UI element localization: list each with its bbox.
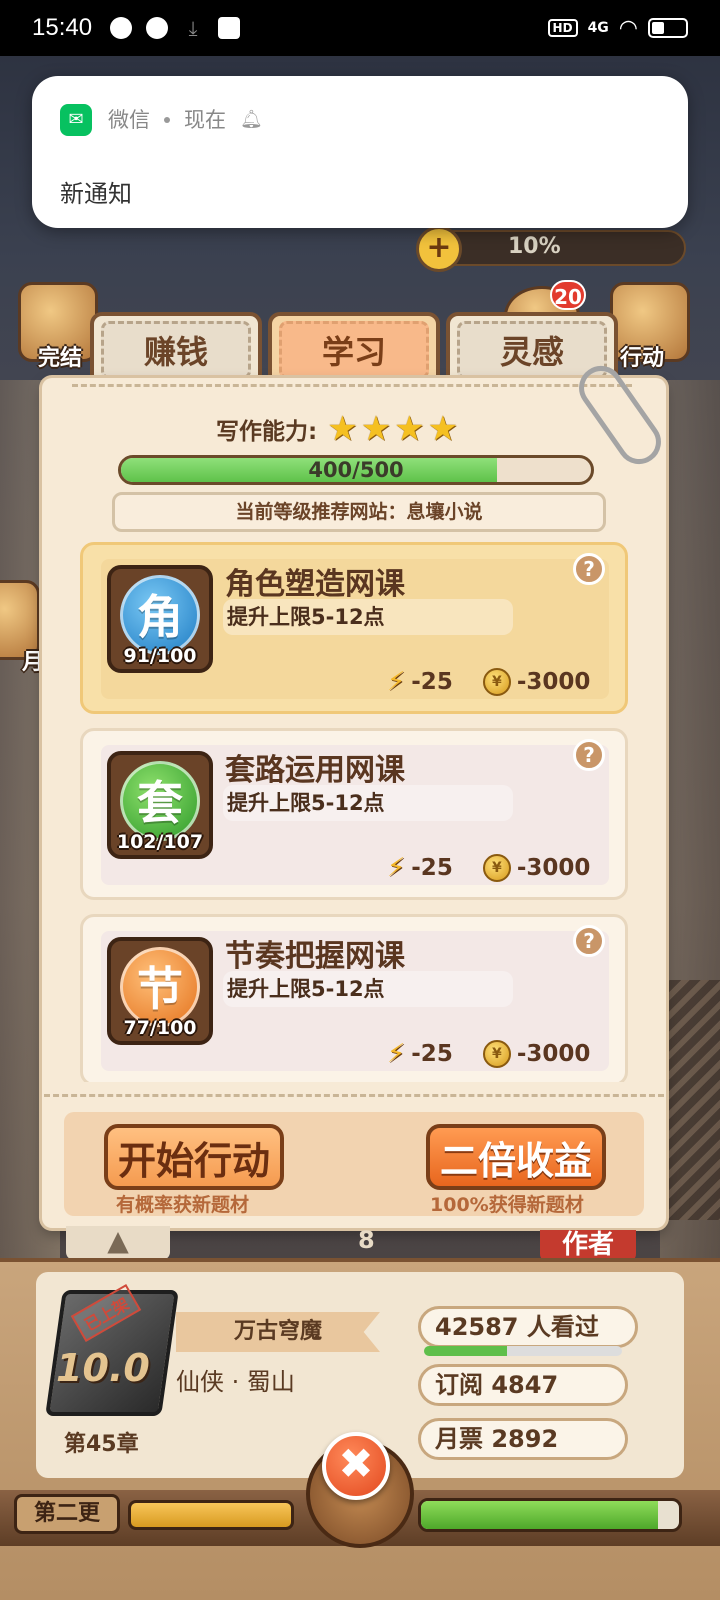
- course-card-rhythm[interactable]: 节 77/100 节奏把握网课 提升上限5-12点 ? ⚡ -25 ¥ -300…: [80, 914, 628, 1082]
- character-course-icon: 角: [120, 575, 200, 655]
- green-progress-fill: [421, 1501, 659, 1529]
- routine-course-icon: 套: [120, 761, 200, 841]
- energy-cost: -25: [411, 669, 453, 695]
- panel-divider: [72, 384, 632, 387]
- tab-earn-money-label: 赚钱: [101, 321, 251, 379]
- book-genre: 仙侠 · 蜀山: [176, 1368, 295, 1396]
- monthly-ticket-pill: 月票 2892: [418, 1418, 628, 1460]
- energy-bar: 10%: [436, 230, 686, 266]
- star-icon: ★: [360, 409, 392, 449]
- second-update-button[interactable]: 第二更: [14, 1494, 120, 1534]
- subscribe-pill: 订阅 4847: [418, 1364, 628, 1406]
- notification-app-name: 微信: [108, 108, 150, 132]
- green-progress-bar: [418, 1498, 682, 1532]
- footer-divider: [44, 1094, 664, 1097]
- writing-ability-row: 写作能力: ★ ★ ★ ★: [216, 412, 458, 446]
- star-icon: ★: [327, 409, 358, 449]
- coin-cost: -3000: [516, 855, 591, 881]
- views-pill: 42587 人看过: [418, 1306, 638, 1348]
- hd-icon: HD: [547, 19, 578, 37]
- writing-ability-label: 写作能力:: [216, 419, 318, 445]
- status-time: 15:40: [32, 14, 93, 41]
- course-count: 91/100: [123, 645, 197, 667]
- energy-percent: 10%: [508, 234, 561, 259]
- energy-bolt-icon: ⚡: [387, 853, 406, 883]
- tab-study[interactable]: 学习: [268, 312, 440, 388]
- bell-icon: 🔔︎: [240, 109, 263, 130]
- star-icon: ★: [394, 409, 425, 449]
- coin-icon: ¥: [482, 1040, 511, 1068]
- energy-bolt-icon: ⚡: [387, 1039, 406, 1069]
- course-title: 节奏把握网课: [225, 939, 405, 974]
- views-progress-fill: [424, 1346, 508, 1356]
- tab-earn-money[interactable]: 赚钱: [90, 312, 262, 388]
- course-title: 套路运用网课: [225, 753, 405, 788]
- course-title: 角色塑造网课: [225, 567, 405, 602]
- course-card-routine[interactable]: 套 102/107 套路运用网课 提升上限5-12点 ? ⚡ -25 ¥ -30…: [80, 728, 628, 900]
- star-rating: ★ ★ ★ ★: [327, 412, 458, 446]
- rhythm-course-icon: 节: [120, 947, 200, 1027]
- course-count: 102/107: [116, 831, 204, 853]
- notification-body: 新通知: [60, 180, 132, 208]
- close-button[interactable]: ✖: [322, 1432, 390, 1500]
- ability-progress-bar: 400/500: [118, 455, 594, 485]
- status-bar: 15:40 ⤓ HD 4G ◠: [0, 0, 720, 56]
- notification-header: 微信 现在 🔔︎: [108, 104, 263, 136]
- notification-time: 现在: [184, 108, 226, 132]
- update-progress-bar: [128, 1500, 294, 1530]
- wifi-icon: ◠: [618, 15, 638, 41]
- battery-icon: [648, 18, 688, 38]
- download-icon: ⤓: [188, 16, 198, 40]
- book-chapter: 第45章: [64, 1432, 139, 1457]
- ability-progress-text: 400/500: [308, 458, 404, 482]
- tab-inspiration-label: 灵感: [457, 321, 607, 379]
- energy-plus-icon[interactable]: +: [416, 226, 462, 272]
- start-action-hint: 有概率获新题材: [116, 1194, 250, 1216]
- course-count: 77/100: [123, 1017, 197, 1039]
- book-title: 万古穹魔: [176, 1312, 380, 1352]
- course-subtitle: 提升上限5-12点: [223, 599, 513, 635]
- double-reward-button[interactable]: 二倍收益: [426, 1124, 606, 1190]
- signal-icon: 4G: [587, 20, 609, 36]
- help-icon[interactable]: ?: [573, 925, 605, 957]
- notification-count-badge: 20: [550, 280, 586, 310]
- coin-icon: ¥: [482, 854, 511, 882]
- wechat-icon: [110, 17, 133, 39]
- energy-cost: -25: [411, 855, 453, 881]
- help-icon[interactable]: ?: [573, 553, 605, 585]
- under-number: 8: [358, 1226, 375, 1254]
- energy-bolt-icon: ⚡: [387, 667, 406, 697]
- double-reward-hint: 100%获得新题材: [430, 1194, 584, 1216]
- wechat-notification[interactable]: ✉ 微信 现在 🔔︎ 新通知: [32, 76, 688, 228]
- help-icon[interactable]: ?: [573, 739, 605, 771]
- energy-cost: -25: [411, 1041, 453, 1067]
- course-icon-frame: 节 77/100: [107, 937, 213, 1045]
- separator-dot: [164, 117, 170, 123]
- course-subtitle: 提升上限5-12点: [223, 785, 513, 821]
- course-cost: ⚡ -25 ¥ -3000: [387, 1039, 590, 1069]
- course-list[interactable]: 角 91/100 角色塑造网课 提升上限5-12点 ? ⚡ -25 ¥ -300…: [80, 542, 628, 1082]
- speed-icon: [146, 17, 169, 39]
- tab-study-label: 学习: [279, 321, 429, 379]
- course-cost: ⚡ -25 ¥ -3000: [387, 853, 590, 883]
- start-action-button[interactable]: 开始行动: [104, 1124, 284, 1190]
- book-score: 10.0: [56, 1346, 150, 1390]
- inbox-icon: [218, 17, 241, 39]
- views-progress: [424, 1346, 622, 1356]
- recommended-site-banner: 当前等级推荐网站：息壤小说: [112, 492, 606, 532]
- course-subtitle: 提升上限5-12点: [223, 971, 513, 1007]
- course-icon-frame: 套 102/107: [107, 751, 213, 859]
- side-label-month: 月: [22, 650, 45, 675]
- coin-icon: ¥: [482, 668, 511, 696]
- side-label-complete: 完结: [38, 346, 83, 371]
- wechat-app-icon: ✉: [60, 104, 92, 136]
- star-icon: ★: [427, 409, 459, 449]
- coin-cost: -3000: [516, 1041, 591, 1067]
- course-icon-frame: 角 91/100: [107, 565, 213, 673]
- side-label-action: 行动: [620, 346, 665, 371]
- coin-cost: -3000: [516, 669, 591, 695]
- course-cost: ⚡ -25 ¥ -3000: [387, 667, 590, 697]
- course-card-character[interactable]: 角 91/100 角色塑造网课 提升上限5-12点 ? ⚡ -25 ¥ -300…: [80, 542, 628, 714]
- up-arrow-icon[interactable]: ▲: [66, 1226, 170, 1260]
